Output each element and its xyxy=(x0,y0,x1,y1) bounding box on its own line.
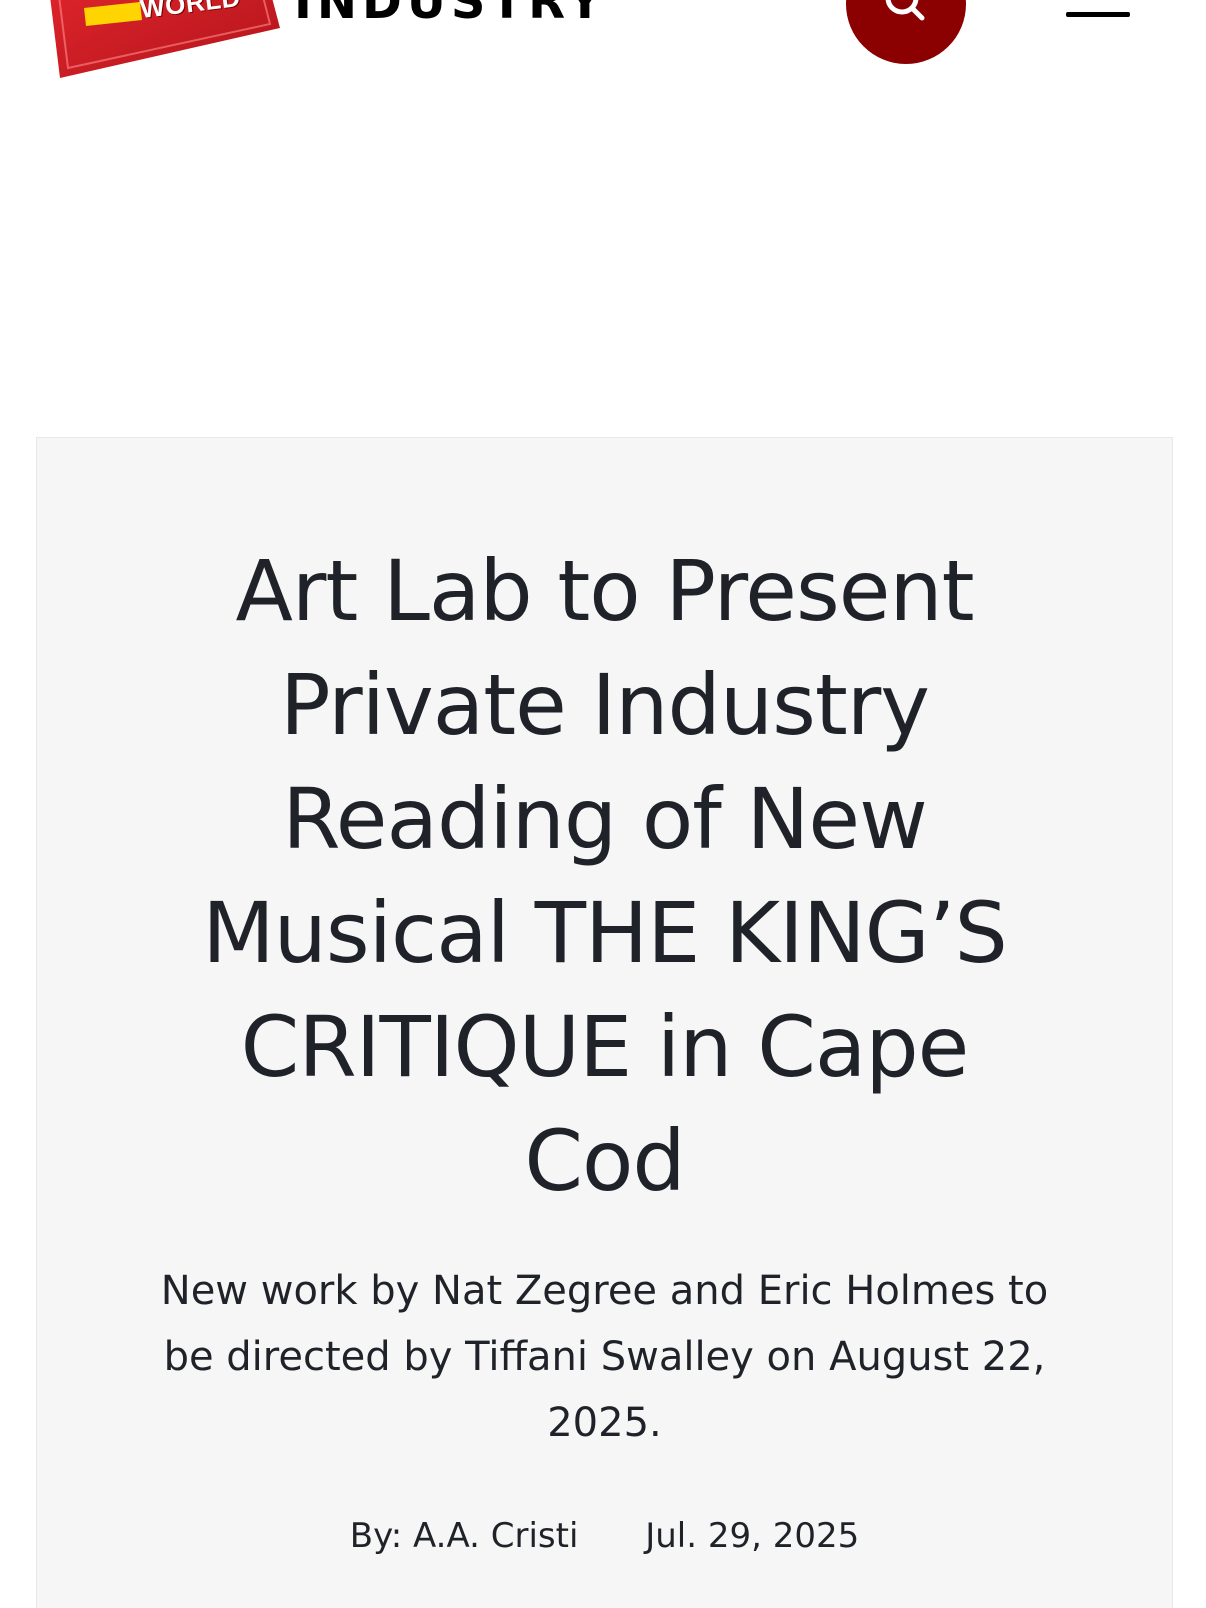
author-byline[interactable]: By: A.A. Cristi xyxy=(350,1516,579,1556)
headline-line: Musical THE KING’S xyxy=(202,884,1008,982)
article-headline: Art Lab to Present Private Industry Read… xyxy=(37,534,1172,1218)
hamburger-menu-icon-bar xyxy=(1066,12,1130,17)
site-header: WORLD INDUSTRY xyxy=(0,0,1206,100)
site-logo[interactable]: WORLD xyxy=(48,0,280,82)
subhead-line: 2025. xyxy=(547,1400,662,1446)
headline-line: Reading of New xyxy=(282,770,928,868)
article-meta: By: A.A. Cristi Jul. 29, 2025 xyxy=(37,1516,1172,1556)
article-header-card: Art Lab to Present Private Industry Read… xyxy=(36,437,1173,1608)
page: WORLD INDUSTRY Art Lab to Present Privat… xyxy=(0,0,1206,1608)
search-button[interactable] xyxy=(846,0,966,64)
search-icon xyxy=(885,0,925,21)
publish-date: Jul. 29, 2025 xyxy=(645,1516,860,1556)
headline-line: Private Industry xyxy=(279,656,930,754)
subhead-line: New work by Nat Zegree and Eric Holmes t… xyxy=(160,1268,1049,1314)
article-subheadline: New work by Nat Zegree and Eric Holmes t… xyxy=(37,1258,1172,1456)
menu-button[interactable] xyxy=(1066,0,1130,34)
subhead-line: be directed by Tiffani Swalley on August… xyxy=(163,1334,1046,1380)
headline-line: Art Lab to Present xyxy=(235,542,974,640)
section-title[interactable]: INDUSTRY xyxy=(294,0,607,26)
headline-line: CRITIQUE in Cape xyxy=(240,998,970,1096)
headline-line: Cod xyxy=(524,1112,685,1210)
